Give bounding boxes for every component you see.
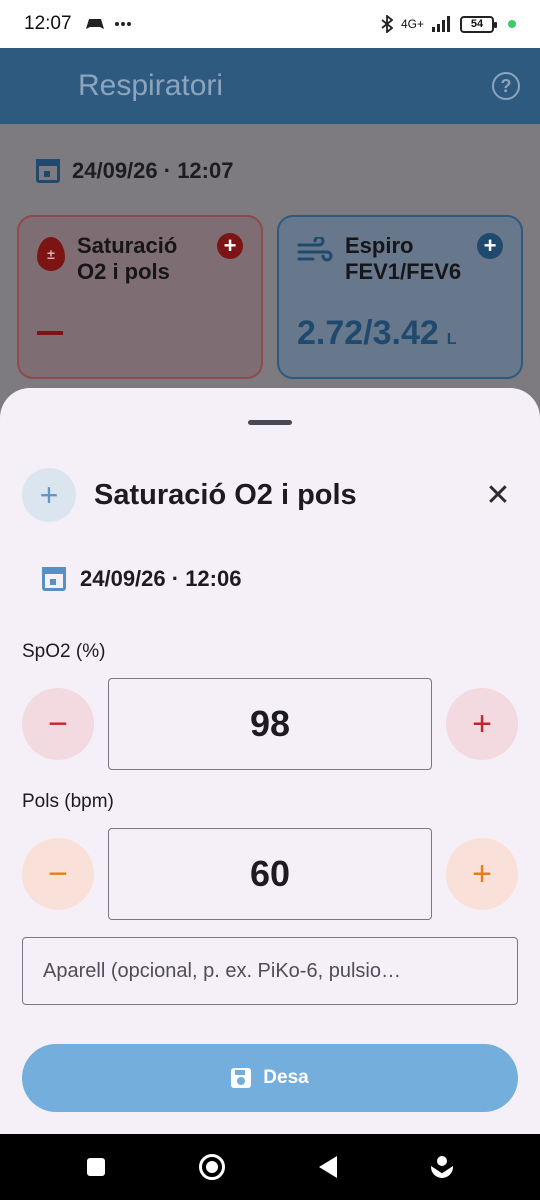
spo2-label: SpO2 (%) (22, 641, 106, 662)
spo2-increment-button[interactable]: + (446, 688, 518, 760)
status-bar: 12:07 4G+ 54 (0, 0, 540, 48)
help-icon[interactable]: ? (492, 72, 520, 100)
background-datetime-text: 24/09/26 · 12:07 (72, 158, 234, 183)
more-dots-icon (114, 22, 131, 26)
navigation-bar (0, 1134, 540, 1200)
calendar-icon (36, 159, 60, 183)
pulse-label: Pols (bpm) (22, 791, 114, 812)
calendar-icon (42, 567, 66, 591)
floppy-disk-icon (231, 1068, 252, 1088)
wind-icon (297, 237, 333, 262)
saturation-empty-value-dash (37, 331, 63, 335)
network-type: 4G+ (400, 17, 424, 31)
saturation-card-title: Saturació O2 i pols (77, 233, 178, 285)
saturation-card[interactable]: ± Saturació O2 i pols + (17, 215, 263, 379)
system-icons: 4G+ 54 (381, 15, 516, 33)
sheet-header: + Saturació O2 i pols ✕ (22, 468, 518, 522)
bluetooth-icon (381, 15, 393, 33)
bottom-sheet: + Saturació O2 i pols ✕ 24/09/26 · 12:06… (0, 388, 540, 1134)
background-datetime[interactable]: 24/09/26 · 12:07 (36, 158, 233, 184)
assistant-icon[interactable] (431, 1156, 453, 1178)
datetime-picker[interactable]: 24/09/26 · 12:06 (42, 566, 241, 592)
spirometry-card-title: Espiro FEV1/FEV6 (345, 233, 462, 285)
signal-icon (432, 16, 450, 32)
status-time: 12:07 (24, 13, 72, 34)
home-icon[interactable] (199, 1154, 225, 1180)
notification-icons (85, 17, 132, 31)
sheet-title: Saturació O2 i pols (94, 478, 357, 511)
recents-icon[interactable] (87, 1158, 105, 1176)
pulse-decrement-button[interactable]: − (22, 838, 94, 910)
add-icon: + (22, 468, 76, 522)
spirometry-card[interactable]: Espiro FEV1/FEV6 + 2.72/3.42 L (277, 215, 523, 379)
spo2-stepper: − 98 + (22, 678, 518, 770)
spirometry-add-icon[interactable]: + (477, 233, 503, 259)
pulse-stepper: − 60 + (22, 828, 518, 920)
save-button[interactable]: Desa (22, 1044, 518, 1112)
spo2-decrement-button[interactable]: − (22, 688, 94, 760)
battery-icon: 54 (460, 15, 497, 33)
device-input[interactable]: Aparell (opcional, p. ex. PiKo-6, pulsio… (22, 937, 518, 1005)
save-button-label: Desa (263, 1067, 309, 1088)
back-icon[interactable] (319, 1156, 337, 1178)
app-title: Respiratori (78, 69, 224, 102)
close-icon[interactable]: ✕ (478, 475, 518, 515)
pulse-value-field[interactable]: 60 (108, 828, 432, 920)
game-controller-icon (85, 19, 104, 29)
saturation-add-icon[interactable]: + (217, 233, 243, 259)
spo2-value-field[interactable]: 98 (108, 678, 432, 770)
blood-drop-icon: ± (37, 237, 65, 271)
drag-handle[interactable] (248, 420, 292, 425)
spirometry-value: 2.72/3.42 L (297, 314, 457, 352)
pulse-increment-button[interactable]: + (446, 838, 518, 910)
privacy-indicator (508, 20, 516, 28)
app-bar: Respiratori ? (0, 48, 540, 124)
datetime-text: 24/09/26 · 12:06 (80, 566, 242, 591)
